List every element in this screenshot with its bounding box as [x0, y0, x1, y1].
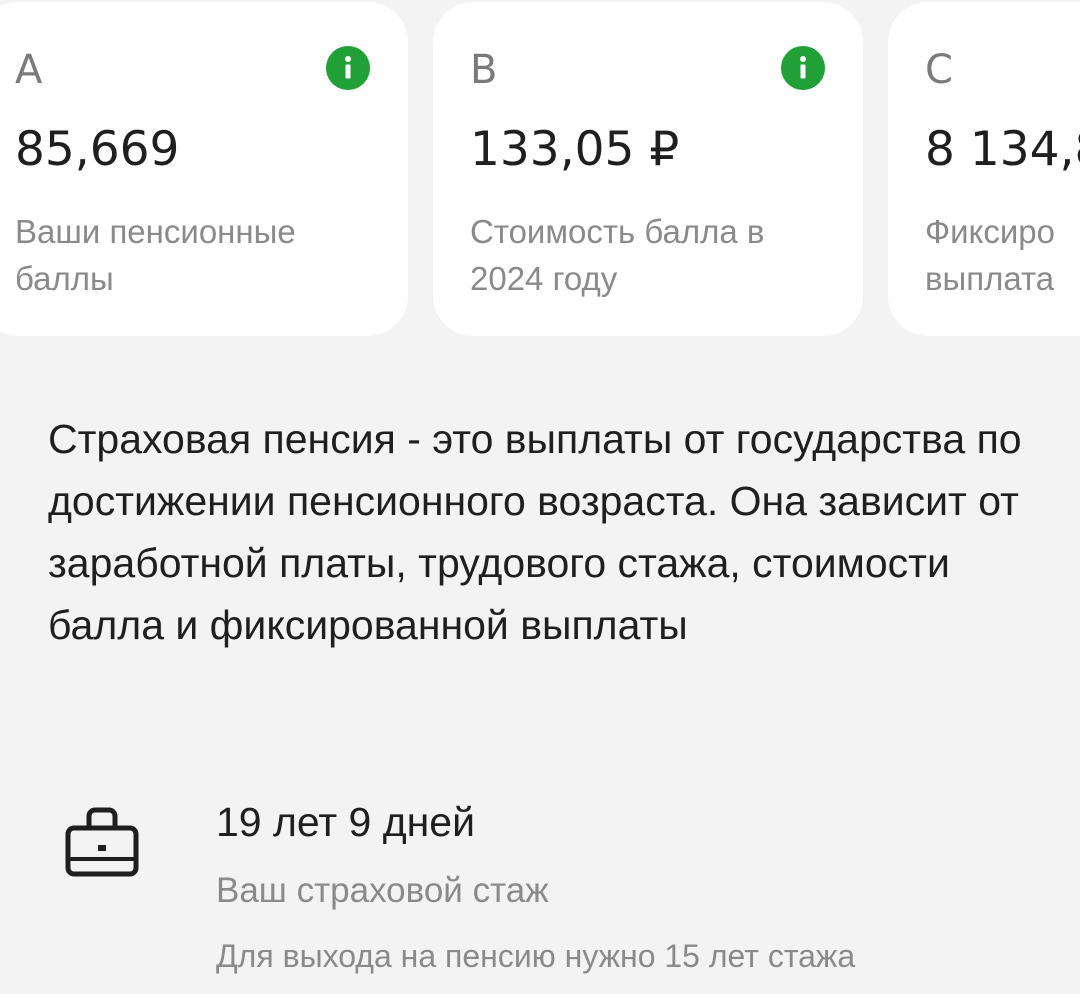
card-letter: C: [925, 47, 953, 93]
card-caption: Ваши пенсионные баллы: [15, 213, 296, 297]
info-icon[interactable]: [781, 46, 825, 90]
briefcase-icon: [64, 804, 140, 878]
retirement-requirement-note: Для выхода на пенсию нужно 15 лет стажа: [216, 938, 856, 974]
card-value: 133,05 ₽: [470, 122, 680, 177]
card-value: 85,669: [15, 122, 180, 177]
insurance-pension-description: Страховая пенсия - это выплаты от госуда…: [48, 416, 1022, 648]
card-fixed-payment[interactable]: C 8 134,8 Фиксиро выплата: [888, 2, 1080, 336]
pension-cards-carousel[interactable]: A 85,669 Ваши пенсионные баллы B 133,05 …: [0, 0, 1080, 340]
card-value: 8 134,8: [925, 122, 1080, 177]
card-letter: A: [15, 47, 43, 93]
card-pension-points[interactable]: A 85,669 Ваши пенсионные баллы: [0, 2, 408, 336]
insurance-experience-label: Ваш страховой стаж: [216, 871, 549, 910]
insurance-experience-value: 19 лет 9 дней: [216, 799, 475, 845]
card-letter: B: [470, 47, 498, 93]
card-point-cost[interactable]: B 133,05 ₽ Стоимость балла в 2024 году: [433, 2, 863, 336]
card-caption: Фиксиро выплата: [925, 213, 1055, 297]
info-icon[interactable]: [326, 46, 370, 90]
card-caption: Стоимость балла в 2024 году: [470, 213, 765, 297]
insurance-experience-row: 19 лет 9 дней Ваш страховой стаж Для вых…: [0, 780, 1080, 994]
